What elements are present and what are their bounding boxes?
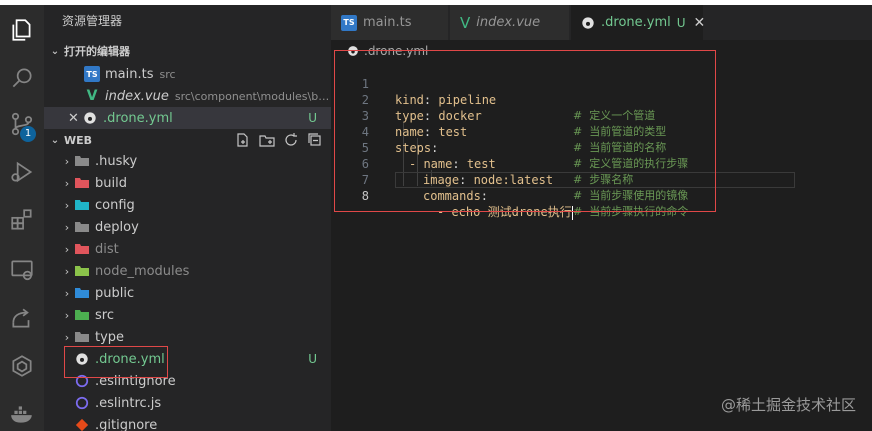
file-name: .gitignore xyxy=(95,417,158,431)
close-icon[interactable]: ✕ xyxy=(694,15,706,31)
git-status-badge: U xyxy=(308,111,317,125)
chevron-right-icon: › xyxy=(64,242,70,256)
folder-node-modules[interactable]: › node_modules xyxy=(44,260,331,282)
git-status-badge: U xyxy=(308,352,317,366)
chevron-right-icon: › xyxy=(64,286,70,300)
extensions-icon[interactable] xyxy=(7,205,37,235)
folder-name: deploy xyxy=(95,219,139,235)
open-editor-index-vue[interactable]: V index.vue src\component\modules\base\.… xyxy=(44,85,331,107)
open-editors-label: 打开的编辑器 xyxy=(64,45,130,58)
new-folder-icon[interactable] xyxy=(259,132,275,148)
folder-icon xyxy=(74,175,90,191)
drone-file-icon xyxy=(581,16,595,30)
git-file-icon xyxy=(74,417,90,431)
docker-icon[interactable] xyxy=(7,399,37,429)
extension-view-icon[interactable] xyxy=(7,351,37,381)
folder-name: src xyxy=(95,307,114,323)
explorer-icon[interactable] xyxy=(7,15,37,45)
open-editor-name: index.vue xyxy=(105,88,169,104)
file-gitignore[interactable]: .gitignore xyxy=(44,414,331,431)
folder-public[interactable]: › public xyxy=(44,282,331,304)
folder-name: dist xyxy=(95,241,119,257)
watermark: @稀土掘金技术社区 xyxy=(720,396,856,414)
explorer-actions xyxy=(235,132,323,148)
editor-tabs: TS main.ts V index.vue .drone.yml U ✕ xyxy=(331,5,872,40)
chevron-right-icon: › xyxy=(64,176,70,190)
file-eslintrc[interactable]: .eslintrc.js xyxy=(44,392,331,414)
open-editor-name: main.ts xyxy=(105,66,154,82)
open-editors-header[interactable]: ⌄ 打开的编辑器 xyxy=(44,40,331,62)
close-icon[interactable]: ✕ xyxy=(68,111,82,126)
open-editor-path: src xyxy=(159,67,176,81)
workspace-label: WEB xyxy=(64,133,93,147)
eslint-file-icon xyxy=(74,395,90,411)
collapse-all-icon[interactable] xyxy=(307,132,323,148)
folder-name: type xyxy=(95,329,125,345)
open-editor-drone-yml[interactable]: ✕ .drone.yml U xyxy=(44,107,331,129)
refresh-icon[interactable] xyxy=(283,132,299,148)
run-debug-icon[interactable] xyxy=(7,157,37,187)
folder-config[interactable]: › config xyxy=(44,194,331,216)
folder-icon xyxy=(74,329,90,345)
drone-file-icon xyxy=(82,110,98,126)
tab-label: .drone.yml xyxy=(601,15,671,30)
folder-icon xyxy=(74,285,90,301)
chevron-right-icon: › xyxy=(64,198,70,212)
folder-icon xyxy=(74,219,90,235)
open-editor-path: src\component\modules\base\... xyxy=(174,89,331,103)
git-status-badge: U xyxy=(676,15,686,30)
live-share-icon[interactable] xyxy=(7,303,37,333)
remote-explorer-icon[interactable] xyxy=(7,255,37,285)
tab-index-vue[interactable]: V index.vue xyxy=(450,5,570,40)
search-icon[interactable] xyxy=(7,63,37,93)
typescript-file-icon: TS xyxy=(84,66,100,82)
folder-icon xyxy=(74,197,90,213)
folder-name: build xyxy=(95,175,127,191)
file-name: .eslintrc.js xyxy=(95,395,162,411)
tab-drone-yml[interactable]: .drone.yml U ✕ xyxy=(571,5,706,40)
activity-bar: 1 xyxy=(0,5,44,431)
open-editor-name: .drone.yml xyxy=(103,110,173,126)
chevron-right-icon: › xyxy=(64,220,70,234)
folder-dist[interactable]: › dist xyxy=(44,238,331,260)
chevron-right-icon: › xyxy=(64,330,70,344)
vue-file-icon: V xyxy=(460,13,471,32)
folder-name: config xyxy=(95,197,135,213)
tab-main-ts[interactable]: TS main.ts xyxy=(331,5,449,40)
folder-icon xyxy=(74,307,90,323)
highlight-box-editor xyxy=(334,50,716,212)
folder-name: node_modules xyxy=(95,263,190,279)
chevron-right-icon: › xyxy=(64,308,70,322)
folder-src[interactable]: › src xyxy=(44,304,331,326)
folder-name: .husky xyxy=(95,153,138,169)
folder-name: public xyxy=(95,285,135,301)
chevron-down-icon: ⌄ xyxy=(50,45,60,57)
chevron-down-icon: ⌄ xyxy=(50,134,60,146)
folder-husky[interactable]: › .husky xyxy=(44,150,331,172)
typescript-file-icon: TS xyxy=(341,14,357,31)
folder-deploy[interactable]: › deploy xyxy=(44,216,331,238)
highlight-box-file xyxy=(64,346,168,378)
open-editor-main-ts[interactable]: TS main.ts src xyxy=(44,63,331,85)
tab-label: main.ts xyxy=(363,15,412,30)
folder-icon xyxy=(74,153,90,169)
tab-label: index.vue xyxy=(476,15,541,30)
vue-file-icon: V xyxy=(86,88,98,104)
folder-build[interactable]: › build xyxy=(44,172,331,194)
chevron-right-icon: › xyxy=(64,154,70,168)
folder-type[interactable]: › type xyxy=(44,326,331,348)
folder-icon xyxy=(74,241,90,257)
folder-icon xyxy=(74,263,90,279)
chevron-right-icon: › xyxy=(64,264,70,278)
new-file-icon[interactable] xyxy=(235,132,251,148)
workspace-header[interactable]: ⌄ WEB xyxy=(44,129,331,151)
explorer-title: 资源管理器 xyxy=(62,14,123,28)
source-control-badge: 1 xyxy=(20,126,36,142)
